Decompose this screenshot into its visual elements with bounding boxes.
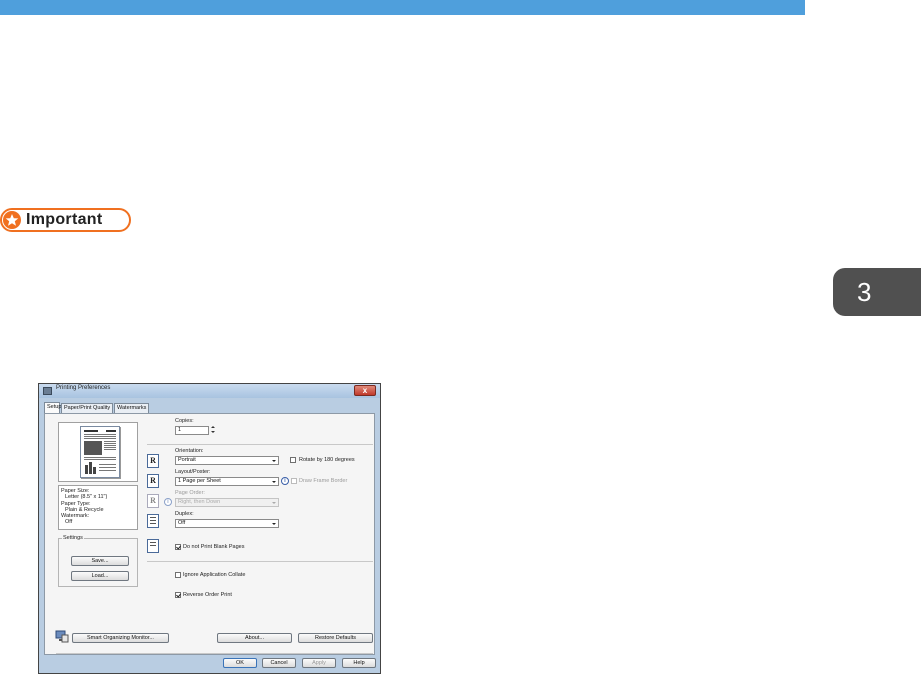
frame-border-checkbox[interactable] xyxy=(291,478,297,484)
duplex-icon xyxy=(147,514,159,528)
settings-group: Settings Save... Load... xyxy=(58,535,138,587)
orientation-label: Orientation: xyxy=(175,448,204,454)
divider xyxy=(147,561,373,562)
settings-summary: Paper Size: Letter (8.5" x 11") Paper Ty… xyxy=(58,485,138,530)
page-preview xyxy=(58,422,138,482)
load-button[interactable]: Load... xyxy=(71,571,129,581)
blank-page-icon xyxy=(147,539,159,553)
layout-select[interactable]: 1 Page per Sheet xyxy=(175,477,279,486)
tab-watermarks[interactable]: Watermarks xyxy=(114,403,149,413)
header-bar xyxy=(0,0,805,15)
blank-pages-checkbox[interactable] xyxy=(175,544,181,550)
chapter-tab: 3 xyxy=(833,268,921,316)
chapter-number: 3 xyxy=(857,277,872,307)
save-button[interactable]: Save... xyxy=(71,556,129,566)
page-order-icon: R xyxy=(147,494,159,508)
rotate-checkbox[interactable] xyxy=(290,457,296,463)
important-badge: Important xyxy=(0,208,131,232)
ignore-collate-label: Ignore Application Collate xyxy=(183,572,246,578)
copies-label: Copies: xyxy=(175,418,194,424)
about-button[interactable]: About... xyxy=(217,633,292,643)
chevron-down-icon xyxy=(272,460,276,462)
orientation-icon: R xyxy=(147,454,159,468)
reverse-order-checkbox[interactable] xyxy=(175,592,181,598)
info-icon: i xyxy=(281,477,289,485)
printing-preferences-dialog: Printing Preferences x Setup Paper/Print… xyxy=(38,383,381,674)
close-button[interactable]: x xyxy=(354,385,376,396)
watermark-value: Off xyxy=(65,519,73,526)
dialog-titlebar[interactable]: Printing Preferences x xyxy=(39,384,380,398)
restore-defaults-button[interactable]: Restore Defaults xyxy=(298,633,373,643)
dialog-title: Printing Preferences xyxy=(56,385,111,391)
tab-setup[interactable]: Setup xyxy=(44,402,61,413)
copies-spinner[interactable] xyxy=(210,426,215,435)
page-order-info-icon: i xyxy=(164,498,172,506)
chevron-down-icon xyxy=(272,481,276,483)
chevron-down-icon xyxy=(272,502,276,504)
layout-icon: R xyxy=(147,474,159,488)
page-order-value: Right, then Down xyxy=(178,499,221,505)
copies-input[interactable]: 1 xyxy=(175,426,209,435)
cancel-button[interactable]: Cancel xyxy=(262,658,296,668)
star-icon xyxy=(3,211,21,229)
divider xyxy=(56,653,373,654)
settings-legend: Settings xyxy=(62,535,84,541)
reverse-order-label: Reverse Order Print xyxy=(183,592,232,598)
help-button[interactable]: Help xyxy=(342,658,376,668)
rotate-label: Rotate by 180 degrees xyxy=(299,457,355,463)
tab-paper-print-quality[interactable]: Paper/Print Quality xyxy=(61,403,113,413)
preview-document-image xyxy=(84,430,116,474)
chevron-down-icon xyxy=(272,523,276,525)
smart-organizing-monitor-button[interactable]: Smart Organizing Monitor... xyxy=(72,633,169,643)
layout-value: 1 Page per Sheet xyxy=(178,478,221,484)
page-order-select[interactable]: Right, then Down xyxy=(175,498,279,507)
ok-button[interactable]: OK xyxy=(223,658,257,668)
frame-border-label: Draw Frame Border xyxy=(299,478,348,484)
important-label: Important xyxy=(26,211,103,228)
duplex-label: Duplex: xyxy=(175,511,194,517)
monitor-icon xyxy=(55,630,69,643)
arrow-down-icon[interactable] xyxy=(211,431,215,433)
divider xyxy=(147,444,373,445)
ignore-collate-checkbox[interactable] xyxy=(175,572,181,578)
layout-label: Layout/Poster: xyxy=(175,469,211,475)
duplex-value: Off xyxy=(178,520,186,526)
arrow-up-icon[interactable] xyxy=(211,426,215,428)
preview-paper xyxy=(80,426,120,478)
duplex-select[interactable]: Off xyxy=(175,519,279,528)
blank-pages-label: Do not Print Blank Pages xyxy=(183,544,245,550)
orientation-select[interactable]: Portrait xyxy=(175,456,279,465)
orientation-value: Portrait xyxy=(178,457,196,463)
printer-icon xyxy=(43,387,52,395)
page-order-label: Page Order: xyxy=(175,490,205,496)
setup-panel: Paper Size: Letter (8.5" x 11") Paper Ty… xyxy=(44,413,375,655)
apply-button[interactable]: Apply xyxy=(302,658,336,668)
